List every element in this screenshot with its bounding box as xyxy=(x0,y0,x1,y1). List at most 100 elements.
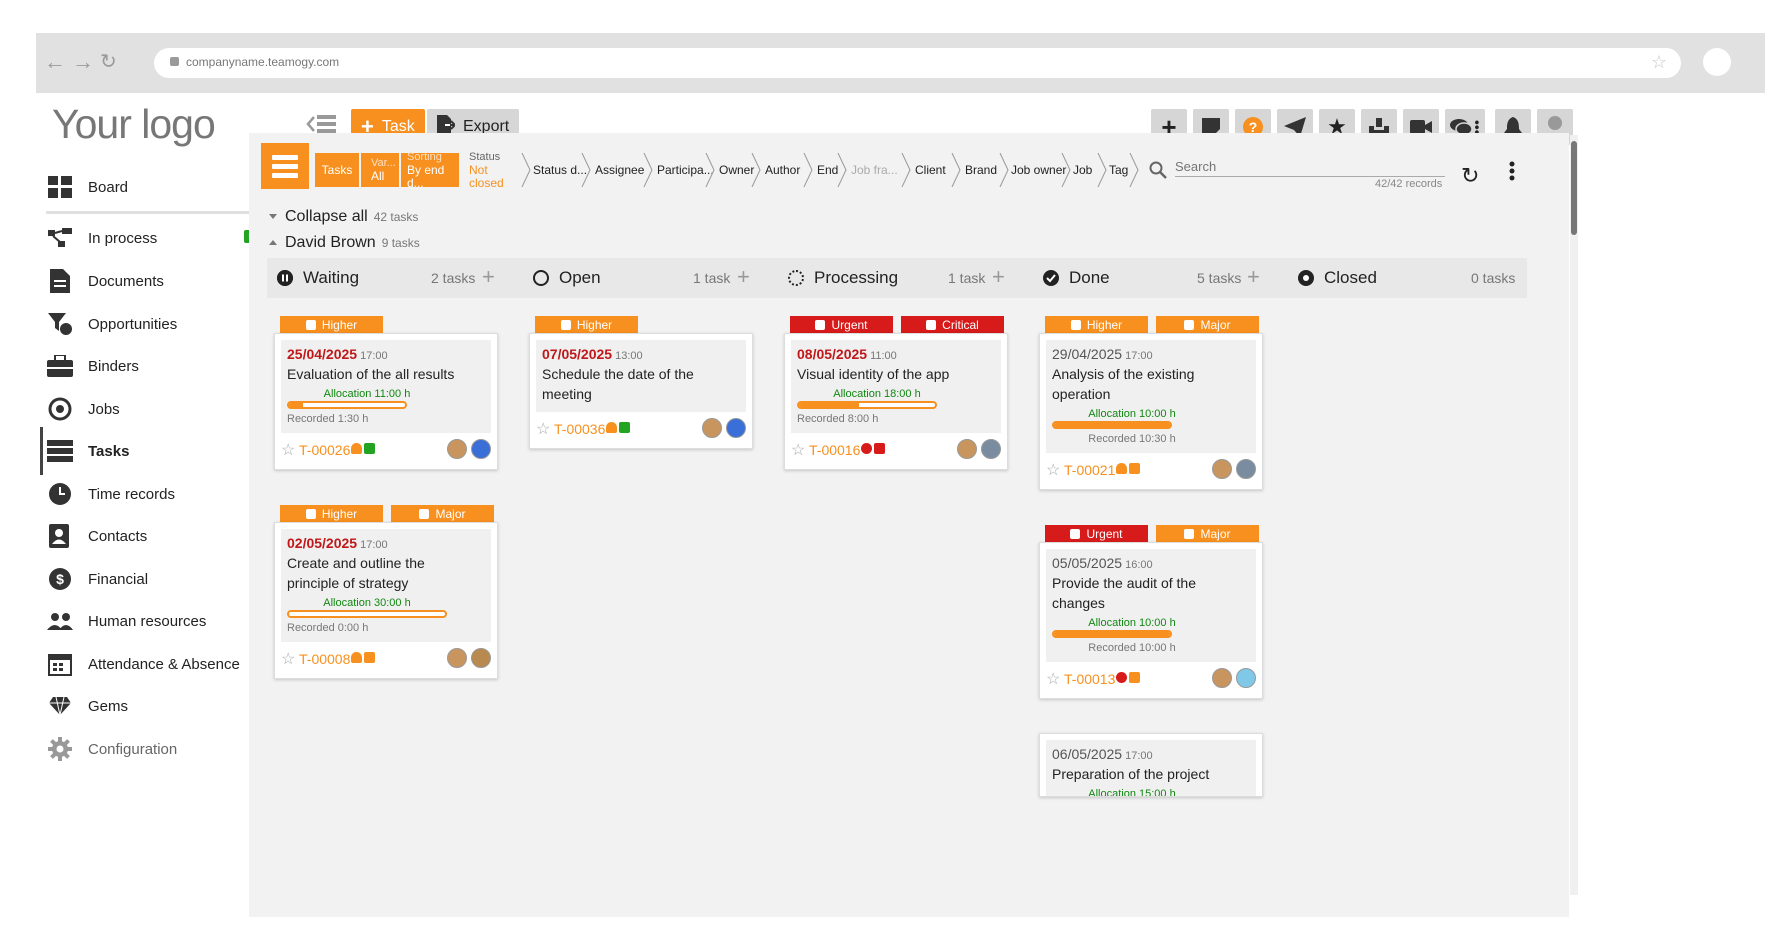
star-outline-icon[interactable]: ☆ xyxy=(281,649,295,669)
group-header-person[interactable]: David Brown 9 tasks xyxy=(269,234,420,252)
priority-tag: Higher xyxy=(535,316,638,334)
allocation-label: Allocation 18:00 h xyxy=(833,388,921,400)
task-card[interactable]: 08/05/2025 11:00 Visual identity of the a… xyxy=(784,333,1008,470)
task-id[interactable]: T-00016 xyxy=(809,442,860,458)
filter-sorting[interactable]: Sorting By end d... xyxy=(401,151,459,189)
search-input[interactable] xyxy=(1175,157,1445,177)
avatar[interactable] xyxy=(1236,668,1256,688)
arrow-up-square-icon xyxy=(364,652,375,663)
alarm-icon xyxy=(815,320,826,330)
svg-text:$: $ xyxy=(56,571,64,587)
forward-icon[interactable]: → xyxy=(72,49,94,75)
add-task-icon[interactable]: + xyxy=(737,264,750,290)
task-title: Visual identity of the app xyxy=(797,366,950,382)
task-id[interactable]: T-00026 xyxy=(299,442,350,458)
add-task-icon[interactable]: + xyxy=(992,264,1005,290)
avatar[interactable] xyxy=(981,439,1001,459)
avatar[interactable] xyxy=(447,648,467,668)
task-id[interactable]: T-00013 xyxy=(1064,671,1115,687)
reload-icon[interactable]: ↻ xyxy=(100,49,117,75)
caret-down-icon xyxy=(269,214,277,220)
search-icon[interactable] xyxy=(1149,161,1167,179)
sidebar-item-gems[interactable]: Gems xyxy=(46,688,271,724)
task-card[interactable]: 07/05/2025 13:00 Schedule the date of the… xyxy=(529,333,753,449)
avatar[interactable] xyxy=(1212,459,1232,479)
column-count: 2 tasks xyxy=(431,270,476,286)
avatar[interactable] xyxy=(471,648,491,668)
avatar[interactable] xyxy=(447,439,467,459)
sidebar-item-binders[interactable]: Binders xyxy=(46,348,271,384)
star-outline-icon[interactable]: ☆ xyxy=(536,419,550,439)
add-task-icon[interactable]: + xyxy=(1247,264,1260,290)
back-icon[interactable]: ← xyxy=(44,49,66,75)
recorded-label: Recorded 10:00 h xyxy=(1088,642,1176,654)
filter-tag[interactable]: Tag xyxy=(1103,153,1128,187)
bell-icon xyxy=(606,422,617,433)
sidebar-item-jobs[interactable]: Jobs xyxy=(46,391,271,427)
bell-icon xyxy=(305,509,316,519)
sidebar-item-time-records[interactable]: Time records xyxy=(46,476,271,512)
scrollbar-track[interactable] xyxy=(1570,135,1578,895)
sidebar-item-attendance-absence[interactable]: Attendance & Absence xyxy=(46,646,271,682)
bookmark-star-icon[interactable]: ☆ xyxy=(1651,52,1667,73)
sidebar-item-board[interactable]: Board xyxy=(46,169,271,205)
plus-square-icon xyxy=(364,443,375,454)
filter-brand[interactable]: Brand xyxy=(959,153,997,187)
more-vertical-icon[interactable] xyxy=(1509,161,1515,181)
task-card[interactable]: 29/04/2025 17:00 Analysis of the existing… xyxy=(1039,333,1263,490)
task-card[interactable]: 25/04/2025 17:00 Evaluation of the all re… xyxy=(274,333,498,470)
star-outline-icon[interactable]: ☆ xyxy=(1046,460,1060,480)
due-date: 06/05/2025 17:00 xyxy=(1052,746,1153,762)
sidebar-item-tasks[interactable]: Tasks xyxy=(40,427,271,475)
task-id[interactable]: T-00021 xyxy=(1064,462,1115,478)
filter-owner[interactable]: Owner xyxy=(713,153,754,187)
filter-status[interactable]: Status Not closed xyxy=(463,151,521,190)
filter-author[interactable]: Author xyxy=(759,153,800,187)
collapse-all-toggle[interactable]: Collapse all 42 tasks xyxy=(269,208,418,226)
filter-tasks[interactable]: Tasks xyxy=(315,153,359,187)
task-card[interactable]: 05/05/2025 16:00 Provide the audit of the… xyxy=(1039,542,1263,699)
view-menu-icon[interactable] xyxy=(261,143,309,189)
sidebar-item-opportunities[interactable]: Opportunities xyxy=(46,306,271,342)
avatar[interactable] xyxy=(1236,459,1256,479)
task-id[interactable]: T-00008 xyxy=(299,651,350,667)
avatar[interactable] xyxy=(957,439,977,459)
severity-tag: Critical xyxy=(901,316,1004,334)
task-card[interactable]: 06/05/2025 17:00 Preparation of the proje… xyxy=(1039,733,1263,797)
avatar[interactable] xyxy=(471,439,491,459)
sidebar-item-contacts[interactable]: Contacts xyxy=(46,518,271,554)
sidebar-item-financial[interactable]: $ Financial xyxy=(46,561,271,597)
scrollbar-thumb[interactable] xyxy=(1571,141,1577,235)
filter-status-date[interactable]: Status d... xyxy=(527,153,587,187)
arrow-up-square-icon xyxy=(1129,672,1140,683)
task-card[interactable]: 02/05/2025 17:00 Create and outline the p… xyxy=(274,522,498,679)
filter-job-owner[interactable]: Job owner xyxy=(1005,153,1066,187)
star-outline-icon[interactable]: ☆ xyxy=(791,440,805,460)
sidebar-item-documents[interactable]: Documents xyxy=(46,263,271,299)
star-outline-icon[interactable]: ☆ xyxy=(281,440,295,460)
filter-var[interactable]: Var... All xyxy=(361,153,399,187)
severity-tag: Major xyxy=(1156,316,1259,334)
filter-job[interactable]: Job xyxy=(1067,153,1092,187)
filter-assignee[interactable]: Assignee xyxy=(589,153,644,187)
avatar[interactable] xyxy=(1212,668,1232,688)
filter-job-framework[interactable]: Job fra... xyxy=(845,153,898,187)
sidebar-item-human-resources[interactable]: Human resources xyxy=(46,603,271,639)
sidebar-item-configuration[interactable]: Configuration xyxy=(46,731,271,767)
due-date: 02/05/2025 17:00 xyxy=(287,535,388,551)
priority-tag: Higher xyxy=(280,316,383,334)
people-icon xyxy=(46,608,74,634)
address-bar[interactable]: companyname.teamogy.com ☆ xyxy=(154,48,1681,78)
filter-client[interactable]: Client xyxy=(909,153,946,187)
allocation-label: Allocation 11:00 h xyxy=(323,388,411,400)
refresh-icon[interactable]: ↻ xyxy=(1461,163,1479,189)
column-count: 1 task xyxy=(948,270,986,286)
star-outline-icon[interactable]: ☆ xyxy=(1046,669,1060,689)
filter-end[interactable]: End xyxy=(811,153,838,187)
add-task-icon[interactable]: + xyxy=(482,264,495,290)
sidebar-item-in-process[interactable]: In process 0 xyxy=(46,220,271,256)
avatar[interactable] xyxy=(726,418,746,438)
avatar[interactable] xyxy=(702,418,722,438)
browser-profile-icon[interactable] xyxy=(1703,48,1731,76)
task-id[interactable]: T-00036 xyxy=(554,421,605,437)
